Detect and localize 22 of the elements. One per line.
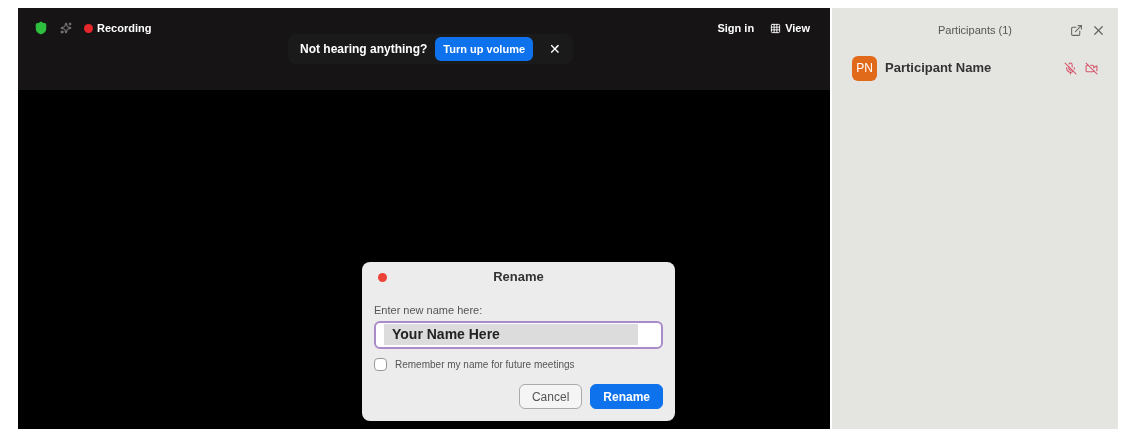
close-icon[interactable] xyxy=(1091,23,1106,38)
sign-in-button[interactable]: Sign in xyxy=(717,20,755,37)
view-button[interactable]: View xyxy=(770,20,810,37)
cancel-button[interactable]: Cancel xyxy=(518,384,583,409)
dialog-title: Rename xyxy=(493,268,544,287)
name-field[interactable]: Your Name Here xyxy=(374,320,663,349)
name-value: Your Name Here xyxy=(384,324,638,345)
notice-text: Not hearing anything? xyxy=(300,41,428,58)
recording-label: Recording xyxy=(97,21,152,36)
participant-name: Participant Name xyxy=(885,59,992,78)
rename-button[interactable]: Rename xyxy=(590,384,663,409)
remember-checkbox[interactable] xyxy=(374,357,387,371)
sparkle-icon[interactable] xyxy=(60,22,72,35)
panel-title: Participants (1) xyxy=(938,23,1012,39)
grid-icon xyxy=(770,22,782,34)
close-button[interactable]: ✕ xyxy=(549,38,562,60)
shield-icon xyxy=(34,21,48,36)
avatar: PN xyxy=(852,55,877,81)
turn-up-volume-button[interactable]: Turn up volume xyxy=(435,36,534,62)
remember-label: Remember my name for future meetings xyxy=(395,357,575,372)
pop-out-icon[interactable] xyxy=(1070,24,1083,37)
name-label: Enter new name here: xyxy=(374,303,484,318)
